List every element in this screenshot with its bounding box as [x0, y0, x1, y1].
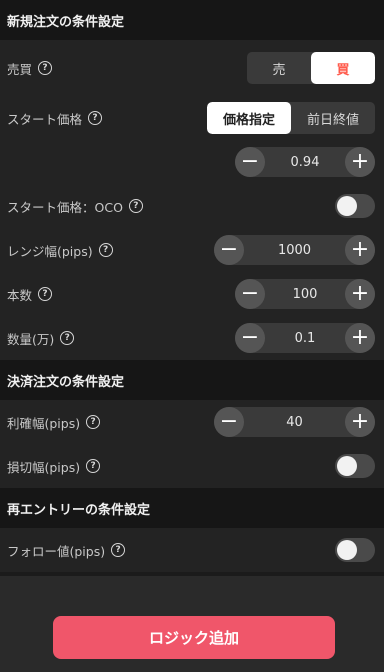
- minus-button[interactable]: −: [214, 407, 244, 437]
- range-width-stepper: − 1000 +: [214, 235, 375, 265]
- start-price-stepper: − 0.94 +: [235, 147, 375, 177]
- help-icon[interactable]: ?: [60, 331, 75, 345]
- plus-button[interactable]: +: [345, 235, 375, 265]
- row-label: スタート価格：OCO ?: [7, 197, 143, 216]
- follow-value-toggle-switch[interactable]: [335, 538, 375, 562]
- minus-button[interactable]: −: [214, 235, 244, 265]
- section-title: 新規注文の条件設定: [7, 14, 125, 30]
- count-stepper: − 100 +: [235, 279, 375, 309]
- take-profit-label: 利確幅(pips): [7, 415, 81, 431]
- row-buy-sell: 売買 ? 売 買: [0, 40, 384, 96]
- plus-button[interactable]: +: [345, 147, 375, 177]
- plus-button[interactable]: +: [345, 323, 375, 353]
- oco-toggle-switch[interactable]: [335, 194, 375, 218]
- quantity-stepper: − 0.1 +: [235, 323, 375, 353]
- count-label: 本数: [7, 287, 33, 303]
- row-label: フォロー値(pips) ?: [7, 541, 126, 560]
- buy-option[interactable]: 買: [311, 52, 375, 84]
- toggle-knob: [337, 540, 357, 560]
- toggle-knob: [337, 456, 357, 476]
- start-price-oco-label: スタート価格：OCO: [7, 199, 123, 215]
- row-label: レンジ幅(pips) ?: [7, 241, 113, 260]
- prev-close-option[interactable]: 前日終値: [291, 102, 375, 134]
- start-price-value[interactable]: 0.94: [265, 155, 345, 170]
- add-logic-button[interactable]: ロジック追加: [53, 616, 335, 659]
- buy-sell-toggle: 売 買: [247, 52, 375, 84]
- stop-loss-label: 損切幅(pips): [7, 459, 81, 475]
- range-width-label: レンジ幅(pips): [7, 243, 93, 259]
- minus-button[interactable]: −: [235, 323, 265, 353]
- quantity-label: 数量(万): [7, 331, 55, 347]
- footer-bar: ロジック追加: [0, 576, 384, 672]
- help-icon[interactable]: ?: [111, 543, 126, 557]
- help-icon[interactable]: ?: [128, 199, 143, 213]
- section-header-reentry: 再エントリーの条件設定: [0, 488, 384, 528]
- help-icon[interactable]: ?: [38, 61, 53, 75]
- follow-value-label: フォロー値(pips): [7, 543, 106, 559]
- section-header-settle-order: 決済注文の条件設定: [0, 360, 384, 400]
- row-label: 数量(万) ?: [7, 329, 75, 348]
- help-icon[interactable]: ?: [86, 415, 101, 429]
- row-label: スタート価格 ?: [7, 109, 103, 128]
- row-start-price-oco: スタート価格：OCO ?: [0, 184, 384, 228]
- settings-screen: 新規注文の条件設定 売買 ? 売 買 スタート価格 ? 価格指定 前日終値 − …: [0, 0, 384, 572]
- start-price-label: スタート価格: [7, 111, 83, 127]
- row-range-width: レンジ幅(pips) ? − 1000 +: [0, 228, 384, 272]
- help-icon[interactable]: ?: [38, 287, 53, 301]
- take-profit-stepper: − 40 +: [214, 407, 375, 437]
- row-quantity: 数量(万) ? − 0.1 +: [0, 316, 384, 360]
- row-stop-loss: 損切幅(pips) ?: [0, 444, 384, 488]
- plus-button[interactable]: +: [345, 407, 375, 437]
- minus-button[interactable]: −: [235, 147, 265, 177]
- row-follow-value: フォロー値(pips) ?: [0, 528, 384, 572]
- start-price-mode-toggle: 価格指定 前日終値: [207, 102, 375, 134]
- sell-option[interactable]: 売: [247, 52, 311, 84]
- help-icon[interactable]: ?: [98, 243, 113, 257]
- buy-sell-label: 売買: [7, 61, 33, 77]
- plus-button[interactable]: +: [345, 279, 375, 309]
- row-label: 損切幅(pips) ?: [7, 457, 101, 476]
- row-take-profit: 利確幅(pips) ? − 40 +: [0, 400, 384, 444]
- take-profit-value[interactable]: 40: [244, 415, 345, 430]
- help-icon[interactable]: ?: [88, 111, 103, 125]
- row-start-price: スタート価格 ? 価格指定 前日終値: [0, 96, 384, 140]
- row-label: 利確幅(pips) ?: [7, 413, 101, 432]
- row-start-price-value: − 0.94 +: [0, 140, 384, 184]
- row-label: 本数 ?: [7, 285, 53, 304]
- minus-button[interactable]: −: [235, 279, 265, 309]
- toggle-knob: [337, 196, 357, 216]
- stop-loss-toggle-switch[interactable]: [335, 454, 375, 478]
- price-specified-option[interactable]: 価格指定: [207, 102, 291, 134]
- section-header-new-order: 新規注文の条件設定: [0, 0, 384, 40]
- count-value[interactable]: 100: [265, 287, 345, 302]
- quantity-value[interactable]: 0.1: [265, 331, 345, 346]
- row-label: 売買 ?: [7, 59, 53, 78]
- help-icon[interactable]: ?: [86, 459, 101, 473]
- range-width-value[interactable]: 1000: [244, 243, 345, 258]
- row-count: 本数 ? − 100 +: [0, 272, 384, 316]
- section-title: 決済注文の条件設定: [7, 374, 125, 390]
- section-title: 再エントリーの条件設定: [7, 502, 151, 518]
